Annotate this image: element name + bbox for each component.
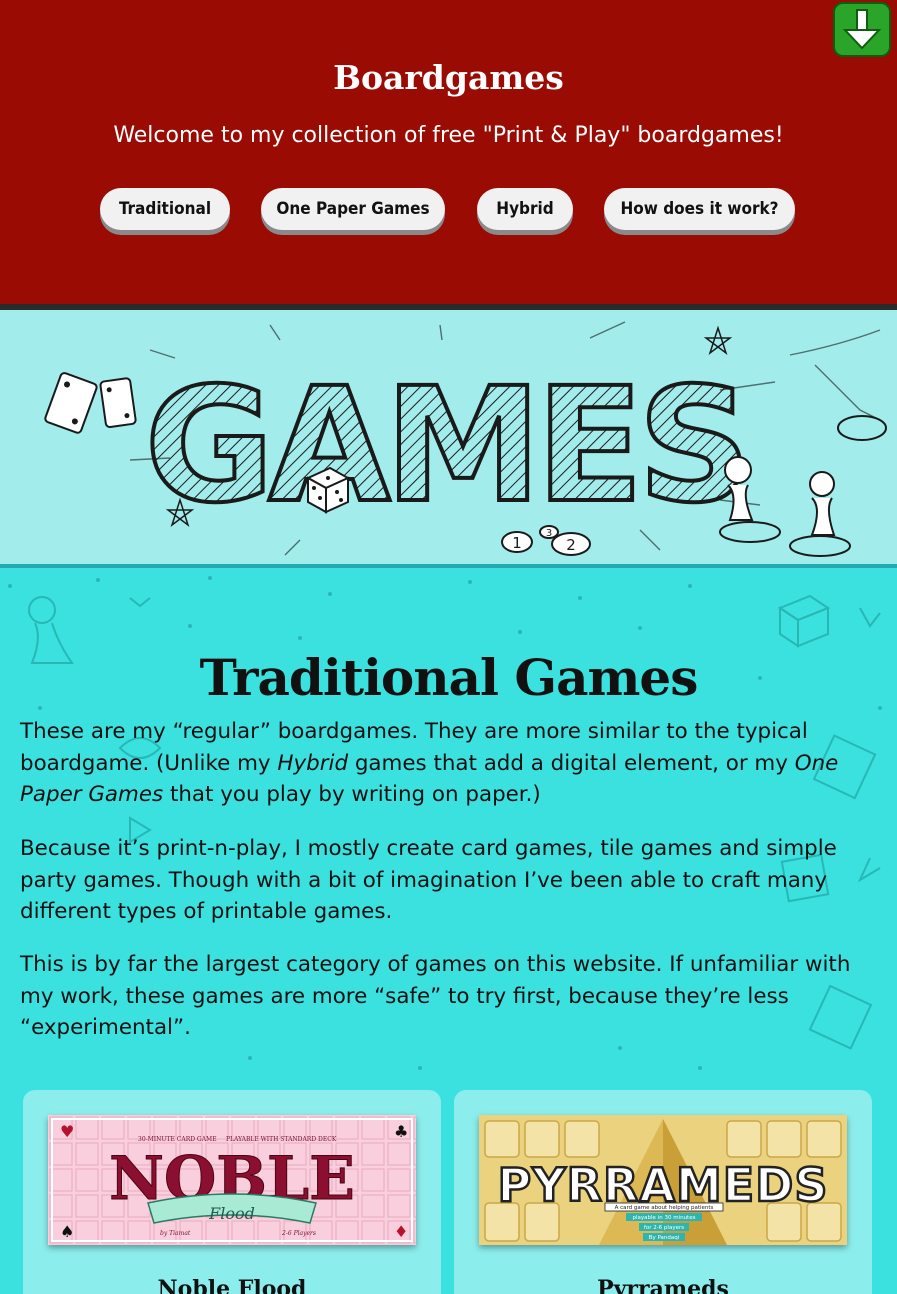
section-title: Traditional Games (199, 648, 699, 707)
largest-category-paragraph: This is by far the largest category of g… (20, 952, 851, 1040)
intro-text-b: games that add a digital element, or my (348, 750, 795, 776)
pyrrameds-tag4: By Pandaqi (649, 1235, 680, 1241)
nav-hybrid-button[interactable]: Hybrid (477, 188, 573, 230)
intro-paragraph: These are my “regular” boardgames. They … (20, 716, 880, 811)
intro-text-c: that you play by writing on paper.) (163, 782, 541, 807)
pyrrameds-cover-image[interactable]: PYRRAMEDS A card game about helping pati… (479, 1115, 847, 1245)
intro-hybrid-emphasis: Hybrid (277, 750, 349, 776)
badge-1: 1 (512, 534, 522, 552)
club-suit-icon: ♣ (394, 1122, 408, 1141)
site-title: Boardgames (333, 58, 564, 97)
noble-tag-left: 30-MINUTE CARD GAME (138, 1136, 217, 1143)
game-card-pyrrameds[interactable]: PYRRAMEDS A card game about helping pati… (454, 1090, 872, 1294)
pyrrameds-tag3: for 2-6 players (644, 1225, 684, 1231)
diamond-suit-icon: ♦ (394, 1222, 408, 1241)
playing-cards-doodle (44, 372, 98, 434)
nav-traditional-button[interactable]: Traditional (100, 188, 230, 230)
badge-2: 2 (566, 536, 576, 554)
nav-one-paper-games-button[interactable]: One Paper Games (261, 188, 445, 230)
print-n-play-paragraph: Because it’s print-n-play, I mostly crea… (20, 836, 837, 924)
games-banner: GAMES 1 3 2 (0, 310, 897, 564)
welcome-text: Welcome to my collection of free "Print … (113, 123, 784, 148)
pyrrameds-tag2: playable in 30 minutes (633, 1215, 696, 1221)
site-header: Boardgames Welcome to my collection of f… (0, 0, 897, 304)
noble-sub-right: 2-6 Players (281, 1230, 316, 1237)
die-doodle (305, 466, 351, 514)
main-content: Traditional Games These are my “regular”… (0, 568, 897, 1294)
games-banner-text: GAMES (145, 354, 746, 538)
noble-ribbon-text: Flood (208, 1204, 255, 1223)
noble-flood-title[interactable]: Noble Flood (23, 1276, 441, 1294)
heart-suit-icon: ♥ (60, 1122, 74, 1141)
noble-tag-right: PLAYABLE WITH STANDARD DECK (226, 1136, 337, 1143)
spade-suit-icon: ♠ (60, 1222, 74, 1241)
download-arrow-icon (842, 8, 882, 49)
pyrrameds-title[interactable]: Pyrrameds (454, 1276, 872, 1294)
game-card-noble-flood[interactable]: ♥ ♣ ♠ ♦ 30-MINUTE CARD GAME PLAYABLE WIT… (23, 1090, 441, 1294)
pyrrameds-tag1: A card game about helping patients (615, 1205, 714, 1211)
badge-3: 3 (546, 528, 552, 539)
noble-flood-cover-image[interactable]: ♥ ♣ ♠ ♦ 30-MINUTE CARD GAME PLAYABLE WIT… (48, 1115, 416, 1245)
download-button[interactable] (833, 2, 891, 57)
noble-sub-left: by Tiamat (160, 1230, 191, 1237)
nav-how-does-it-work-button[interactable]: How does it work? (604, 188, 795, 230)
